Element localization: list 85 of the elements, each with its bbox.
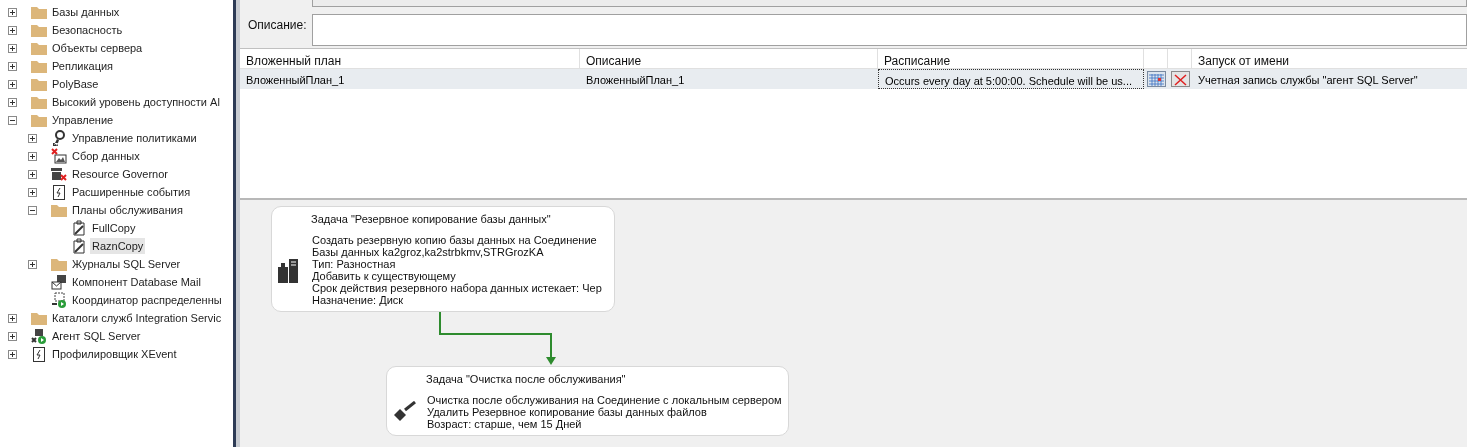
folder-icon xyxy=(31,41,47,55)
folder-icon xyxy=(51,257,67,271)
mail-icon xyxy=(51,274,67,290)
task-title: Задача "Очистка после обслуживания" xyxy=(425,372,627,387)
expand-toggle[interactable] xyxy=(8,43,17,53)
description-label: Описание: xyxy=(247,17,308,34)
folder-icon xyxy=(31,59,47,73)
calendar-icon[interactable] xyxy=(1146,71,1166,87)
expand-toggle[interactable] xyxy=(8,79,17,89)
folder-icon xyxy=(31,95,47,109)
folder-icon xyxy=(51,203,67,217)
tree-item[interactable]: Объекты сервера xyxy=(50,39,145,57)
table-cell-text: ВложенныйПлан_1 xyxy=(245,73,346,88)
tree-item[interactable]: RaznCopy xyxy=(90,237,146,255)
folder-icon xyxy=(31,311,47,325)
backup-icon xyxy=(278,256,298,283)
task-detail: Удалить Резервное копирование базы данных файлов xyxy=(427,405,708,418)
table-cell-text: Учетная запись службы "агент SQL Server" xyxy=(1197,73,1419,88)
expand-toggle[interactable] xyxy=(28,169,37,179)
agent-icon xyxy=(31,328,47,344)
tree-item[interactable]: Управление политиками xyxy=(70,129,199,147)
column-header[interactable]: Расписание xyxy=(878,49,1144,68)
task-detail: Добавить к существующему xyxy=(312,269,457,282)
governor-icon xyxy=(51,167,67,181)
task-detail: Срок действия резервного набора данных истекает: Чер xyxy=(312,281,602,294)
expand-toggle[interactable] xyxy=(8,25,17,35)
event-log-icon xyxy=(33,346,45,362)
task-box[interactable]: Задача "Очистка после обслуживания" Очистка после обслуживания на Соединение с локальным сервером Удалить Резервное копирование базы данных файлов Возраст: старше, чем 15 Дней xyxy=(386,366,789,436)
expand-toggle[interactable] xyxy=(28,187,37,197)
tree-item[interactable]: Журналы SQL Server xyxy=(70,255,183,273)
table-row[interactable]: ВложенныйПлан_1 ВложенныйПлан_1 Occurs every day at 5:00:00. Schedule will be us... Учетная запись службы "агент SQL Server" xyxy=(240,69,1467,89)
task-title: Задача "Резервное копирование базы данных" xyxy=(310,212,552,227)
table-cell-text: ВложенныйПлан_1 xyxy=(585,73,686,88)
tree-item[interactable]: Базы данных xyxy=(50,3,122,21)
expand-toggle[interactable] xyxy=(28,133,37,143)
broom-icon xyxy=(393,400,417,423)
tree-item[interactable]: Планы обслуживания xyxy=(70,201,185,219)
tree-item[interactable]: Профилировщик XEvent xyxy=(50,345,179,363)
expand-toggle[interactable] xyxy=(8,349,17,359)
tree-item[interactable]: Управление xyxy=(50,111,116,129)
expand-toggle[interactable] xyxy=(28,151,37,161)
event-log-icon xyxy=(53,184,65,200)
folder-icon xyxy=(31,77,47,91)
expand-toggle[interactable] xyxy=(8,331,17,341)
coordinator-icon xyxy=(51,292,67,308)
expand-toggle[interactable] xyxy=(8,313,17,323)
tree-item[interactable]: Расширенные события xyxy=(70,183,193,201)
tree-item[interactable]: Высокий уровень доступности Al xyxy=(50,93,222,111)
collapse-toggle[interactable] xyxy=(28,205,37,215)
delete-schedule-icon[interactable] xyxy=(1170,71,1190,87)
description-field[interactable] xyxy=(312,14,1467,46)
tree-item[interactable]: Resource Governor xyxy=(70,165,170,183)
task-box[interactable] xyxy=(271,206,615,312)
expand-toggle[interactable] xyxy=(28,259,37,269)
schedule-cell[interactable]: Occurs every day at 5:00:00. Schedule will be us... xyxy=(878,69,1144,89)
tree-item[interactable]: Каталоги служб Integration Servic xyxy=(50,309,224,327)
task-detail: Возраст: старше, чем 15 Дней xyxy=(427,417,582,430)
plan-icon xyxy=(72,220,86,236)
tree-item[interactable]: Координатор распределенны xyxy=(70,291,224,309)
task-detail: Назначение: Диск xyxy=(312,293,404,306)
tree-item[interactable]: Сбор данных xyxy=(70,147,142,165)
folder-icon xyxy=(31,5,47,19)
panel-splitter[interactable] xyxy=(233,0,240,447)
folder-icon xyxy=(31,23,47,37)
collapse-toggle[interactable] xyxy=(8,115,17,125)
plan-icon xyxy=(72,238,86,254)
tree-item[interactable]: FullCopy xyxy=(90,219,138,237)
tree-item[interactable]: Репликация xyxy=(50,57,116,75)
task-detail: Базы данных ka2groz,ka2strbkmv,STRGrozKA xyxy=(312,245,544,258)
expand-toggle[interactable] xyxy=(8,7,17,17)
column-header[interactable]: Вложенный план xyxy=(240,49,580,68)
column-header[interactable]: Описание xyxy=(580,49,878,68)
ribbon-icon xyxy=(52,130,66,146)
tree-item[interactable]: PolyBase xyxy=(50,75,101,93)
tree-item[interactable]: Безопасность xyxy=(50,21,125,39)
folder-icon xyxy=(31,113,47,127)
collection-icon xyxy=(51,148,67,164)
task-detail: Очистка после обслуживания на Соединение с локальным сервером xyxy=(427,393,782,406)
task-detail: Создать резервную копию базы данных на Соединение xyxy=(312,233,598,246)
expand-toggle[interactable] xyxy=(8,61,17,71)
column-header[interactable]: Запуск от имени xyxy=(1192,49,1467,68)
tree-item[interactable]: Компонент Database Mail xyxy=(70,273,203,291)
expand-toggle[interactable] xyxy=(8,97,17,107)
tree-item[interactable]: Агент SQL Server xyxy=(50,327,143,345)
task-detail: Тип: Разностная xyxy=(312,257,396,270)
